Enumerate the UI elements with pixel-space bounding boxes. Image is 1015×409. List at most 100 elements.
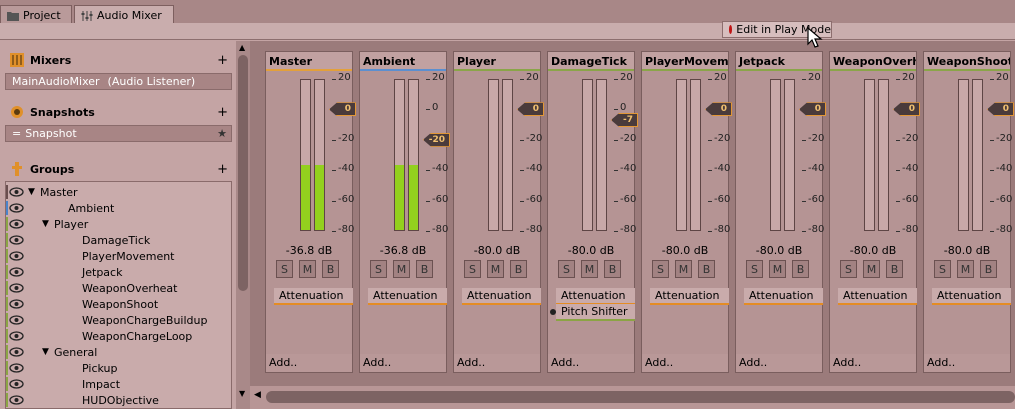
- eye-icon[interactable]: [9, 363, 24, 373]
- eye-icon[interactable]: [9, 251, 24, 261]
- add-effect-button[interactable]: Add..: [642, 354, 728, 372]
- expand-arrow-icon[interactable]: ▼: [28, 187, 35, 197]
- solo-button[interactable]: S: [276, 260, 293, 278]
- group-item[interactable]: WeaponShoot: [6, 296, 231, 312]
- scroll-down-icon[interactable]: ▼: [239, 389, 245, 398]
- bypass-button[interactable]: B: [322, 260, 339, 278]
- effect-slot[interactable]: Attenuation: [744, 288, 823, 303]
- group-item[interactable]: HUDObjective: [6, 392, 231, 408]
- effect-slot[interactable]: Attenuation: [462, 288, 541, 303]
- volume-fader-handle[interactable]: 0: [517, 102, 544, 117]
- solo-button[interactable]: S: [746, 260, 763, 278]
- effect-slot[interactable]: Attenuation: [556, 288, 635, 303]
- bypass-button[interactable]: B: [792, 260, 809, 278]
- mixer-scrollbar[interactable]: ◀: [250, 386, 1015, 409]
- expand-arrow-icon[interactable]: ▼: [42, 347, 49, 357]
- group-item[interactable]: Impact: [6, 376, 231, 392]
- strip-name[interactable]: DamageTick: [548, 52, 634, 70]
- add-effect-button[interactable]: Add..: [266, 354, 352, 372]
- add-snapshot-button[interactable]: +: [217, 105, 228, 120]
- strip-name[interactable]: Ambient: [360, 52, 446, 70]
- eye-icon[interactable]: [9, 235, 24, 245]
- eye-icon[interactable]: [9, 219, 24, 229]
- add-effect-button[interactable]: Add..: [830, 354, 916, 372]
- mixer-scroll-thumb[interactable]: [266, 391, 1015, 403]
- bypass-button[interactable]: B: [510, 260, 527, 278]
- mixer-item[interactable]: MainAudioMixer (Audio Listener): [5, 73, 232, 90]
- eye-icon[interactable]: [9, 347, 24, 357]
- eye-icon[interactable]: [9, 203, 24, 213]
- volume-fader-handle[interactable]: 0: [799, 102, 826, 117]
- add-effect-button[interactable]: Add..: [548, 354, 634, 372]
- effect-slot[interactable]: Attenuation: [932, 288, 1011, 303]
- solo-button[interactable]: S: [370, 260, 387, 278]
- group-item[interactable]: ▼ General: [6, 344, 231, 360]
- tab-audio-mixer[interactable]: Audio Mixer: [74, 5, 174, 23]
- scroll-up-icon[interactable]: ▲: [239, 43, 245, 52]
- strip-name[interactable]: Jetpack: [736, 52, 822, 70]
- volume-fader-handle[interactable]: -20: [423, 132, 450, 147]
- volume-fader-handle[interactable]: 0: [705, 102, 732, 117]
- group-item[interactable]: WeaponChargeBuildup: [6, 312, 231, 328]
- eye-icon[interactable]: [9, 379, 24, 389]
- snapshot-item[interactable]: = Snapshot ★: [5, 125, 232, 142]
- volume-fader-handle[interactable]: -7: [611, 113, 638, 128]
- group-item[interactable]: PlayerMovement: [6, 248, 231, 264]
- sidebar-scroll-thumb[interactable]: [238, 55, 248, 291]
- eye-icon[interactable]: [9, 187, 24, 197]
- mute-button[interactable]: M: [487, 260, 504, 278]
- add-effect-button[interactable]: Add..: [454, 354, 540, 372]
- group-item[interactable]: ▼ Player: [6, 216, 231, 232]
- bypass-button[interactable]: B: [980, 260, 997, 278]
- effect-slot[interactable]: Attenuation: [838, 288, 917, 303]
- effect-slot[interactable]: Attenuation: [368, 288, 447, 303]
- group-item[interactable]: ▼ Master: [6, 184, 231, 200]
- strip-name[interactable]: PlayerMovement: [642, 52, 728, 70]
- eye-icon[interactable]: [9, 283, 24, 293]
- mute-button[interactable]: M: [863, 260, 880, 278]
- solo-button[interactable]: S: [558, 260, 575, 278]
- strip-name[interactable]: Player: [454, 52, 540, 70]
- effect-slot[interactable]: Pitch Shifter: [556, 304, 635, 319]
- strip-name[interactable]: Master: [266, 52, 352, 70]
- volume-fader-handle[interactable]: 0: [329, 102, 356, 117]
- solo-button[interactable]: S: [934, 260, 951, 278]
- eye-icon[interactable]: [9, 395, 24, 405]
- volume-fader-handle[interactable]: 0: [893, 102, 920, 117]
- add-effect-button[interactable]: Add..: [360, 354, 446, 372]
- mute-button[interactable]: M: [769, 260, 786, 278]
- bypass-button[interactable]: B: [698, 260, 715, 278]
- mute-button[interactable]: M: [581, 260, 598, 278]
- bypass-button[interactable]: B: [604, 260, 621, 278]
- group-item[interactable]: Ambient: [6, 200, 231, 216]
- eye-icon[interactable]: [9, 331, 24, 341]
- solo-button[interactable]: S: [840, 260, 857, 278]
- mute-button[interactable]: M: [299, 260, 316, 278]
- star-icon[interactable]: ★: [217, 127, 227, 140]
- mute-button[interactable]: M: [393, 260, 410, 278]
- solo-button[interactable]: S: [464, 260, 481, 278]
- eye-icon[interactable]: [9, 299, 24, 309]
- group-item[interactable]: WeaponChargeLoop: [6, 328, 231, 344]
- group-item[interactable]: DamageTick: [6, 232, 231, 248]
- effect-slot[interactable]: Attenuation: [650, 288, 729, 303]
- effect-enabled-dot-icon[interactable]: [550, 309, 556, 315]
- eye-icon[interactable]: [9, 267, 24, 277]
- bypass-button[interactable]: B: [416, 260, 433, 278]
- eye-icon[interactable]: [9, 315, 24, 325]
- group-item[interactable]: Jetpack: [6, 264, 231, 280]
- solo-button[interactable]: S: [652, 260, 669, 278]
- volume-fader-handle[interactable]: 0: [987, 102, 1014, 117]
- mute-button[interactable]: M: [675, 260, 692, 278]
- add-effect-button[interactable]: Add..: [924, 354, 1010, 372]
- mute-button[interactable]: M: [957, 260, 974, 278]
- scroll-left-icon[interactable]: ◀: [254, 390, 261, 400]
- group-item[interactable]: Pickup: [6, 360, 231, 376]
- group-item[interactable]: WeaponOverheat: [6, 280, 231, 296]
- add-effect-button[interactable]: Add..: [736, 354, 822, 372]
- add-group-button[interactable]: +: [217, 162, 228, 177]
- strip-name[interactable]: WeaponOverheat: [830, 52, 916, 70]
- expand-arrow-icon[interactable]: ▼: [42, 219, 49, 229]
- tab-project[interactable]: Project: [0, 5, 72, 23]
- add-mixer-button[interactable]: +: [217, 53, 228, 68]
